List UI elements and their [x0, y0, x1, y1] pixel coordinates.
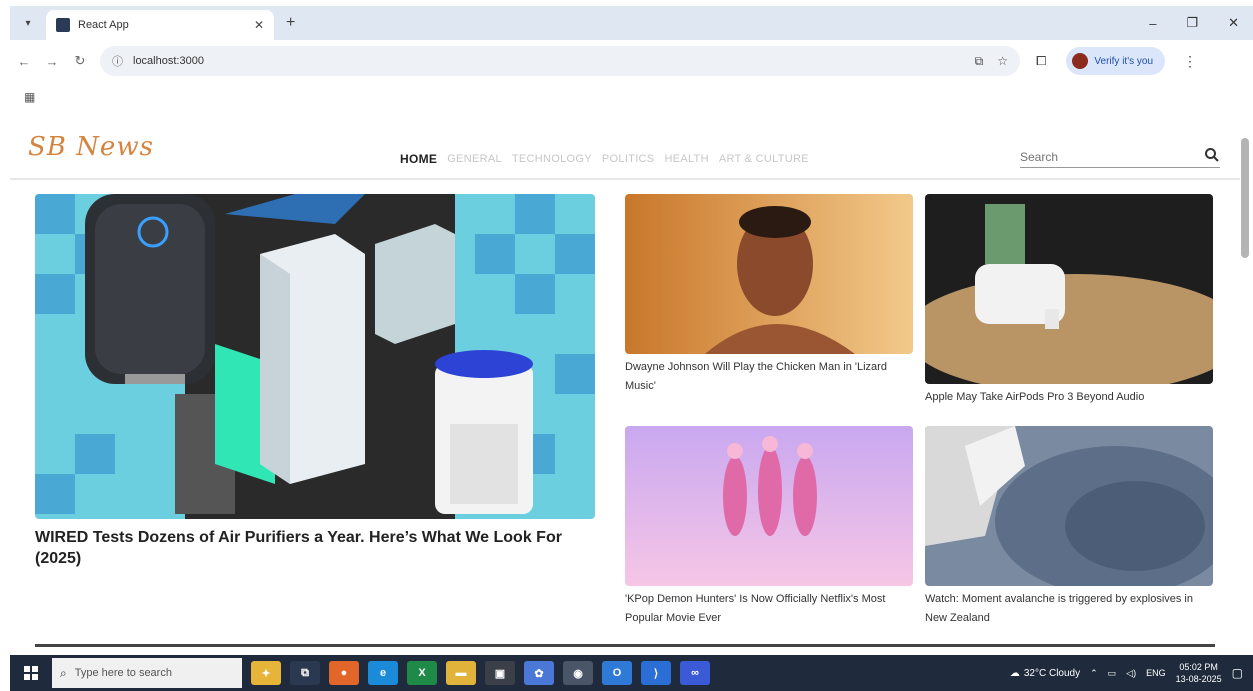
weather-widget[interactable]: ☁ 32°C Cloudy	[1010, 668, 1080, 679]
site-info-icon[interactable]: ⓘ	[112, 53, 123, 69]
close-tab-icon[interactable]: ✕	[254, 18, 264, 32]
browser-tabstrip: ▾ React App ✕ + – ❐ ✕	[10, 6, 1253, 40]
search-input[interactable]	[1020, 149, 1190, 164]
clock-date: 13-08-2025	[1175, 674, 1222, 684]
hero-title[interactable]: WIRED Tests Dozens of Air Purifiers a Ye…	[35, 527, 595, 569]
react-favicon-icon	[56, 18, 70, 32]
card-image[interactable]	[925, 426, 1213, 586]
file-explorer-icon[interactable]: ▬	[446, 661, 476, 685]
nav-home[interactable]: HOME	[400, 152, 437, 166]
store-icon[interactable]: ▣	[485, 661, 515, 685]
tray-chevron-icon[interactable]: ⌃	[1090, 668, 1098, 679]
back-icon[interactable]: ←	[10, 54, 38, 69]
news-card[interactable]: 'KPop Demon Hunters' Is Now Officially N…	[625, 426, 913, 628]
photos-icon[interactable]: ✿	[524, 661, 554, 685]
news-card[interactable]: Apple May Take AirPods Pro 3 Beyond Audi…	[925, 194, 1213, 407]
site-header: SB News HOME GENERAL TECHNOLOGY POLITICS…	[10, 114, 1240, 180]
card-image[interactable]	[925, 194, 1213, 384]
tab-title: React App	[78, 19, 129, 31]
chrome-icon[interactable]: ◉	[563, 661, 593, 685]
scrollbar-thumb[interactable]	[1241, 138, 1249, 258]
forward-icon[interactable]: →	[38, 54, 66, 69]
windows-logo-icon	[24, 666, 38, 680]
nav-health[interactable]: HEALTH	[664, 153, 708, 165]
card-image[interactable]	[625, 426, 913, 586]
firefox-icon[interactable]: ●	[329, 661, 359, 685]
browser-toolbar: ← → ↻ ⓘ localhost:3000 ⧉ ☆ ⧠ Verify it's…	[10, 40, 1253, 82]
outlook-icon[interactable]: O	[602, 661, 632, 685]
hero-image[interactable]	[35, 194, 595, 519]
nav-general[interactable]: GENERAL	[447, 153, 502, 165]
nav-politics[interactable]: POLITICS	[602, 153, 655, 165]
menu-kebab-icon[interactable]: ⋮	[1183, 53, 1197, 70]
tab-search-icon[interactable]: ▾	[18, 13, 38, 33]
window-controls: – ❐ ✕	[1149, 6, 1239, 40]
clock-time: 05:02 PM	[1179, 662, 1218, 672]
main-nav: HOME GENERAL TECHNOLOGY POLITICS HEALTH …	[400, 152, 809, 166]
verify-label: Verify it's you	[1094, 55, 1154, 67]
card-image[interactable]	[625, 194, 913, 354]
nav-technology[interactable]: TECHNOLOGY	[512, 153, 592, 165]
card-title[interactable]: Apple May Take AirPods Pro 3 Beyond Audi…	[925, 388, 1213, 407]
notifications-icon[interactable]: ▢	[1232, 666, 1243, 680]
language-indicator[interactable]: ENG	[1146, 668, 1166, 678]
windows-taskbar: ⌕ Type here to search ✦ ⧉ ● e X ▬ ▣ ✿ ◉ …	[10, 655, 1253, 691]
system-tray: ☁ 32°C Cloudy ⌃ ▭ ◁) ENG 05:02 PM 13-08-…	[1010, 655, 1243, 691]
edge-icon[interactable]: e	[368, 661, 398, 685]
reload-icon[interactable]: ↻	[66, 53, 94, 69]
restore-icon[interactable]: ❐	[1186, 15, 1198, 31]
apps-grid-icon[interactable]: ▦	[24, 90, 35, 104]
vscode-icon[interactable]: ⟩	[641, 661, 671, 685]
search-box	[1020, 146, 1220, 168]
card-title[interactable]: Watch: Moment avalanche is triggered by …	[925, 590, 1213, 628]
card-title[interactable]: Dwayne Johnson Will Play the Chicken Man…	[625, 358, 913, 396]
search-icon: ⌕	[60, 665, 67, 680]
avatar	[1072, 53, 1089, 69]
excel-icon[interactable]: X	[407, 661, 437, 685]
profile-button[interactable]: Verify it's you	[1066, 47, 1166, 75]
cortana-icon[interactable]: ✦	[251, 661, 281, 685]
site-logo[interactable]: SB News	[28, 132, 154, 162]
start-button[interactable]	[10, 655, 52, 691]
taskbar-search[interactable]: ⌕ Type here to search	[52, 658, 242, 688]
news-card[interactable]: Dwayne Johnson Will Play the Chicken Man…	[625, 194, 913, 396]
task-view-icon[interactable]: ⧉	[290, 661, 320, 685]
bookmarks-bar: ▦	[10, 82, 1253, 112]
network-icon[interactable]: ▭	[1108, 668, 1117, 679]
new-tab-icon[interactable]: +	[286, 14, 295, 32]
vs-icon[interactable]: ∞	[680, 661, 710, 685]
clock[interactable]: 05:02 PM 13-08-2025	[1176, 661, 1222, 685]
minimize-icon[interactable]: –	[1149, 16, 1156, 31]
taskbar-search-text: Type here to search	[74, 667, 172, 679]
web-page: SB News HOME GENERAL TECHNOLOGY POLITICS…	[10, 114, 1253, 655]
search-icon[interactable]	[1204, 147, 1220, 163]
nav-art-culture[interactable]: ART & CULTURE	[719, 153, 809, 165]
card-title[interactable]: 'KPop Demon Hunters' Is Now Officially N…	[625, 590, 913, 628]
extensions-icon[interactable]: ⧠	[1036, 53, 1046, 69]
weather-text: 32°C Cloudy	[1023, 667, 1081, 679]
section-divider	[35, 644, 1215, 647]
news-card[interactable]: Watch: Moment avalanche is triggered by …	[925, 426, 1213, 628]
volume-icon[interactable]: ◁)	[1126, 668, 1136, 679]
address-bar[interactable]: ⓘ localhost:3000 ⧉ ☆	[100, 46, 1020, 76]
bookmark-star-icon[interactable]: ☆	[997, 54, 1008, 68]
screenshot-icon[interactable]: ⧉	[975, 54, 984, 69]
scrollbar[interactable]	[1241, 124, 1249, 644]
url-text: localhost:3000	[133, 55, 204, 67]
browser-tab[interactable]: React App ✕	[46, 10, 274, 40]
close-window-icon[interactable]: ✕	[1228, 15, 1239, 31]
screen: ▾ React App ✕ + – ❐ ✕ ← → ↻ ⓘ localhost:…	[0, 0, 1253, 691]
cloud-icon: ☁	[1009, 667, 1020, 679]
